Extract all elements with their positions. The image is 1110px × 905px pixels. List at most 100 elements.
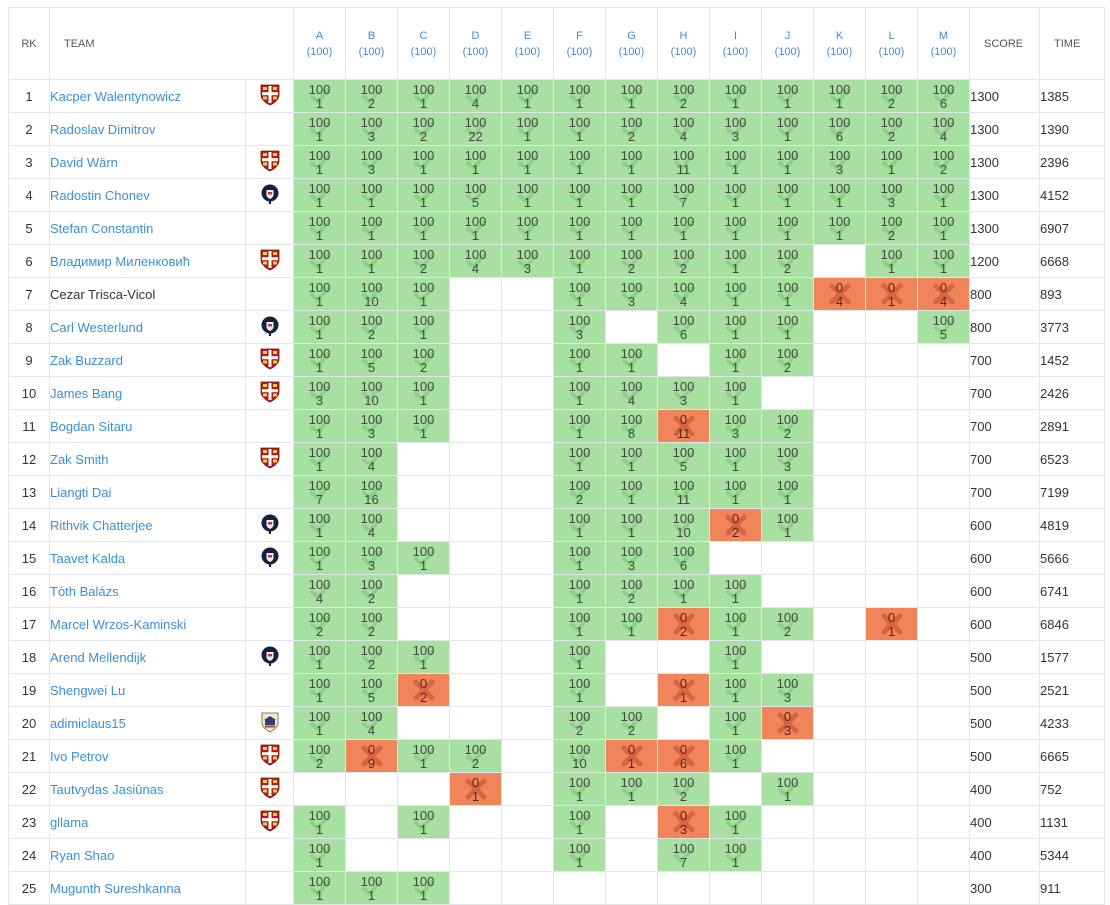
problem-cell-a[interactable]: 100 1	[293, 310, 346, 344]
team-name-link[interactable]: Rithvik Chatterjee	[49, 508, 246, 542]
team-name-link[interactable]: Ivo Petrov	[49, 739, 246, 773]
problem-cell-c[interactable]: 100 2	[397, 343, 450, 377]
problem-cell-m[interactable]: 100 1	[917, 211, 970, 245]
problem-cell-b[interactable]: 100 2	[345, 640, 398, 674]
problem-cell-d[interactable]: 100 1	[449, 145, 502, 179]
problem-cell-i[interactable]: 100 1	[709, 442, 762, 476]
problem-cell-j[interactable]: 100 1	[761, 508, 814, 542]
problem-cell-h[interactable]: 02	[657, 607, 710, 641]
problem-header-c[interactable]: C (100)	[397, 7, 450, 80]
team-name-link[interactable]: Shengwei Lu	[49, 673, 246, 707]
problem-cell-h[interactable]: 100 6	[657, 310, 710, 344]
problem-cell-a[interactable]: 100 1	[293, 244, 346, 278]
problem-cell-c[interactable]: 100 1	[397, 211, 450, 245]
problem-cell-g[interactable]: 100 1	[605, 772, 658, 806]
problem-cell-g[interactable]: 100 1	[605, 343, 658, 377]
problem-cell-b[interactable]: 100 3	[345, 541, 398, 575]
problem-cell-f[interactable]: 100 1	[553, 277, 606, 311]
problem-cell-j[interactable]: 100 1	[761, 277, 814, 311]
problem-cell-d[interactable]: 100 4	[449, 79, 502, 113]
problem-cell-a[interactable]: 100 1	[293, 871, 346, 905]
team-name-link[interactable]: Zak Buzzard	[49, 343, 246, 377]
problem-cell-g[interactable]: 100 8	[605, 409, 658, 443]
problem-cell-a[interactable]: 100 1	[293, 442, 346, 476]
problem-cell-b[interactable]: 100 2	[345, 574, 398, 608]
problem-header-j[interactable]: J (100)	[761, 7, 814, 80]
problem-cell-b[interactable]: 100 5	[345, 343, 398, 377]
team-name-link[interactable]: Radoslav Dimitrov	[49, 112, 246, 146]
problem-cell-m[interactable]: 100 6	[917, 79, 970, 113]
problem-cell-m[interactable]: 04	[917, 277, 970, 311]
problem-cell-e[interactable]: 100 1	[501, 178, 554, 212]
problem-cell-f[interactable]: 100 1	[553, 79, 606, 113]
problem-cell-b[interactable]: 100 10	[345, 277, 398, 311]
problem-cell-b[interactable]: 100 2	[345, 79, 398, 113]
problem-cell-a[interactable]: 100 1	[293, 706, 346, 740]
problem-cell-c[interactable]: 100 1	[397, 310, 450, 344]
problem-cell-a[interactable]: 100 1	[293, 211, 346, 245]
problem-cell-f[interactable]: 100 10	[553, 739, 606, 773]
problem-header-b[interactable]: B (100)	[345, 7, 398, 80]
problem-cell-h[interactable]: 100 2	[657, 79, 710, 113]
team-name-link[interactable]: Taavet Kalda	[49, 541, 246, 575]
team-name-link[interactable]: Tóth Balázs	[49, 574, 246, 608]
problem-cell-c[interactable]: 100 2	[397, 244, 450, 278]
problem-cell-j[interactable]: 100 1	[761, 310, 814, 344]
problem-header-a[interactable]: A (100)	[293, 7, 346, 80]
problem-cell-j[interactable]: 100 2	[761, 244, 814, 278]
problem-cell-i[interactable]: 100 1	[709, 79, 762, 113]
problem-cell-c[interactable]: 100 1	[397, 871, 450, 905]
problem-cell-b[interactable]: 100 5	[345, 673, 398, 707]
problem-cell-e[interactable]: 100 1	[501, 145, 554, 179]
problem-cell-h[interactable]: 06	[657, 739, 710, 773]
problem-cell-j[interactable]: 03	[761, 706, 814, 740]
problem-cell-h[interactable]: 100 3	[657, 376, 710, 410]
team-name-link[interactable]: Arend Mellendijk	[49, 640, 246, 674]
problem-cell-b[interactable]: 100 3	[345, 145, 398, 179]
team-name-link[interactable]: Liangti Dai	[49, 475, 246, 509]
problem-cell-g[interactable]: 100 1	[605, 79, 658, 113]
problem-cell-g[interactable]: 100 3	[605, 541, 658, 575]
problem-cell-h[interactable]: 0 11	[657, 409, 710, 443]
problem-cell-g[interactable]: 100 1	[605, 178, 658, 212]
team-name-link[interactable]: Radostin Chonev	[49, 178, 246, 212]
problem-cell-h[interactable]: 100 4	[657, 112, 710, 146]
problem-cell-l[interactable]: 100 2	[865, 79, 918, 113]
problem-cell-i[interactable]: 02	[709, 508, 762, 542]
problem-cell-b[interactable]: 100 4	[345, 706, 398, 740]
team-name-link[interactable]: James Bang	[49, 376, 246, 410]
problem-cell-i[interactable]: 100 1	[709, 805, 762, 839]
problem-cell-f[interactable]: 100 1	[553, 409, 606, 443]
problem-cell-g[interactable]: 100 2	[605, 706, 658, 740]
problem-cell-c[interactable]: 100 2	[397, 112, 450, 146]
problem-cell-h[interactable]: 100 6	[657, 541, 710, 575]
problem-cell-c[interactable]: 100 1	[397, 79, 450, 113]
problem-cell-m[interactable]: 100 1	[917, 244, 970, 278]
problem-cell-b[interactable]: 09	[345, 739, 398, 773]
problem-cell-i[interactable]: 100 1	[709, 739, 762, 773]
problem-cell-l[interactable]: 100 2	[865, 112, 918, 146]
problem-cell-b[interactable]: 100 4	[345, 508, 398, 542]
team-name-link[interactable]: Владимир Миленковић	[49, 244, 246, 278]
problem-header-m[interactable]: M (100)	[917, 7, 970, 80]
problem-cell-h[interactable]: 100 5	[657, 442, 710, 476]
problem-cell-j[interactable]: 100 1	[761, 79, 814, 113]
problem-cell-m[interactable]: 100 5	[917, 310, 970, 344]
team-name-link[interactable]: gllama	[49, 805, 246, 839]
problem-header-d[interactable]: D (100)	[449, 7, 502, 80]
problem-cell-a[interactable]: 100 1	[293, 79, 346, 113]
problem-cell-g[interactable]: 100 1	[605, 475, 658, 509]
problem-cell-j[interactable]: 100 1	[761, 112, 814, 146]
team-name-link[interactable]: Ryan Shao	[49, 838, 246, 872]
problem-cell-b[interactable]: 100 1	[345, 178, 398, 212]
problem-header-k[interactable]: K (100)	[813, 7, 866, 80]
problem-cell-k[interactable]: 100 1	[813, 211, 866, 245]
problem-cell-g[interactable]: 100 1	[605, 145, 658, 179]
problem-cell-i[interactable]: 100 1	[709, 475, 762, 509]
problem-cell-c[interactable]: 100 1	[397, 409, 450, 443]
team-name-link[interactable]: Mugunth Sureshkanna	[49, 871, 246, 905]
problem-cell-a[interactable]: 100 1	[293, 112, 346, 146]
problem-cell-f[interactable]: 100 1	[553, 574, 606, 608]
problem-header-e[interactable]: E (100)	[501, 7, 554, 80]
problem-cell-l[interactable]: 100 1	[865, 145, 918, 179]
